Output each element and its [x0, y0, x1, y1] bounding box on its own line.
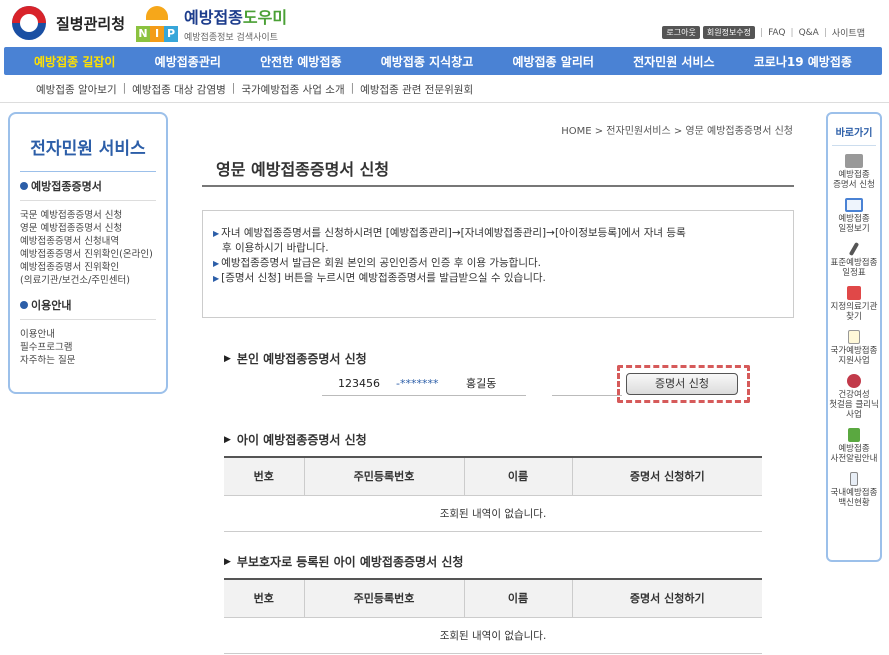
info-line: 후 이용하시기 바랍니다.: [222, 242, 329, 254]
column-header: 주민등록번호: [303, 456, 464, 496]
child-table: 번호 주민등록번호 이름 증명서 신청하기 조회된 내역이 없습니다.: [224, 456, 762, 532]
info-line: ▶ 자녀 예방접종증명서를 신청하시려면 [예방접종관리]→[자녀예방접종관리]→…: [213, 227, 686, 239]
subnav-item[interactable]: 예방접종 알아보기: [36, 82, 117, 97]
breadcrumb: HOME > 전자민원서비스 > 영문 예방접종증명서 신청: [561, 126, 793, 137]
nav-alerts[interactable]: 예방접종 알리터: [512, 53, 593, 70]
nav-e-services[interactable]: 전자민원 서비스: [633, 53, 714, 70]
printer-icon: [845, 154, 863, 168]
id-back-field: -*******: [392, 374, 454, 396]
document-icon: [848, 330, 860, 344]
sidebar-item-english-cert[interactable]: 영문 예방접종증명서 신청: [20, 222, 156, 235]
page-title: 영문 예방접종증명서 신청: [216, 160, 390, 179]
subnav-item[interactable]: 국가예방접종 사업 소개: [241, 82, 344, 97]
quick-item-hospital[interactable]: 지정의료기관 찾기: [828, 286, 880, 322]
taeguk-icon: [12, 6, 46, 40]
sidebar-item-korean-cert[interactable]: 국문 예방접종증명서 신청: [20, 209, 156, 222]
sub-nav: 예방접종 알아보기 | 예방접종 대상 감염병 | 국가예방접종 사업 소개 | 예방…: [36, 82, 474, 97]
quick-item-alert[interactable]: 예방접종 사전알림안내: [828, 428, 880, 464]
nip-logo[interactable]: N I P 예방접종도우미 예방접종정보 검색사이트: [136, 4, 287, 44]
empty-message: 조회된 내역이 없습니다.: [224, 495, 762, 532]
certificate-request-button[interactable]: 증명서 신청: [626, 373, 738, 395]
sidebar-title: 전자민원 서비스: [30, 139, 146, 159]
self-section-title: ▶ 본인 예방접종증명서 신청: [224, 352, 367, 366]
main-nav: 예방접종 길잡이 예방접종관리 안전한 예방접종 예방접종 지식창고 예방접종 …: [4, 47, 882, 75]
qa-link[interactable]: Q&A: [799, 28, 819, 38]
child-section-title: ▶ 아이 예방접종증명서 신청: [224, 433, 367, 447]
bullet-icon: ▶: [213, 274, 220, 283]
quick-item-national-support[interactable]: 국가예방접종 지원사업: [828, 330, 880, 366]
sidebar-section-guide: 이용안내: [20, 297, 156, 320]
id-front-field: 123456: [322, 374, 392, 396]
sidebar-item-verify-offline[interactable]: 예방접종증명서 진위확인: [20, 261, 156, 274]
quick-item-vaccine-status[interactable]: 국내예방접종 백신현황: [828, 472, 880, 508]
column-header: 증명서 신청하기: [571, 456, 762, 496]
guardian-table: 번호 주민등록번호 이름 증명서 신청하기 조회된 내역이 없습니다.: [224, 578, 762, 654]
kdca-name: 질병관리청: [56, 14, 126, 33]
kdca-logo[interactable]: 질병관리청: [12, 6, 125, 40]
guardian-section-title: ▶ 부보호자로 등록된 아이 예방접종증명서 신청: [224, 555, 464, 569]
nip-sun-icon: N I P: [136, 4, 180, 44]
column-header: 이름: [463, 578, 572, 618]
triangle-right-icon: ▶: [224, 556, 231, 567]
divider: [0, 102, 889, 103]
sidebar-item-verify-offline-sub[interactable]: (의료기관/보건소/주민센터): [20, 274, 156, 287]
quick-item-healthy-women[interactable]: 건강여성 첫걸음 클리닉사업: [828, 374, 880, 420]
triangle-right-icon: ▶: [224, 353, 231, 364]
empty-field: [552, 374, 622, 396]
nip-title: 예방접종도우미: [184, 8, 288, 27]
quick-menu-title: 바로가기: [832, 114, 876, 146]
bullet-icon: [20, 182, 28, 190]
pen-icon: [848, 241, 860, 257]
sidebar-item-verify-online[interactable]: 예방접종증명서 진위확인(온라인): [20, 248, 156, 261]
hospital-icon: [847, 286, 861, 300]
calendar-icon: [845, 198, 863, 212]
nip-letter-n: N: [136, 26, 150, 42]
bullet-icon: [20, 301, 28, 309]
sitemap-link[interactable]: 사이트맵: [832, 26, 865, 39]
nav-knowledge[interactable]: 예방접종 지식창고: [381, 53, 474, 70]
sidebar-item-cert-history[interactable]: 예방접종증명서 신청내역: [20, 235, 156, 248]
column-header: 이름: [463, 456, 572, 496]
subnav-item[interactable]: 예방접종 대상 감염병: [132, 82, 226, 97]
empty-message: 조회된 내역이 없습니다.: [224, 617, 762, 654]
column-header: 번호: [224, 578, 304, 618]
member-edit-button[interactable]: 회원정보수정: [702, 26, 756, 39]
divider: [202, 185, 794, 187]
bullet-icon: ▶: [213, 259, 220, 268]
triangle-right-icon: ▶: [224, 434, 231, 445]
name-field: 홍길동: [454, 374, 526, 396]
info-line: ▶ [증명서 신청] 버튼을 누르시면 예방접종증명서를 발급받으실 수 있습니다…: [213, 272, 546, 284]
left-sidebar: 전자민원 서비스 예방접종증명서 국문 예방접종증명서 신청 영문 예방접종증명…: [8, 112, 168, 394]
nav-vaccination-management[interactable]: 예방접종관리: [155, 53, 221, 70]
faq-link[interactable]: FAQ: [768, 28, 785, 38]
column-header: 증명서 신청하기: [571, 578, 762, 618]
sidebar-item-faq[interactable]: 자주하는 질문: [20, 354, 156, 367]
nip-letter-p: P: [164, 26, 178, 42]
nav-covid19[interactable]: 코로나19 예방접종: [754, 53, 852, 70]
bullet-icon: ▶: [213, 229, 220, 238]
column-header: 번호: [224, 456, 304, 496]
column-header: 주민등록번호: [303, 578, 464, 618]
quick-item-standard-schedule[interactable]: 표준예방접종 일정표: [828, 241, 880, 278]
utility-menu: 로그아웃 회원정보수정 | FAQ | Q&A | 사이트맵: [659, 26, 865, 39]
quick-item-cert[interactable]: 예방접종 증명서 신청: [828, 154, 880, 190]
nav-vaccination-guide[interactable]: 예방접종 길잡이: [34, 53, 115, 70]
sidebar-item-guide[interactable]: 이용안내: [20, 328, 156, 341]
quick-menu: 바로가기 예방접종 증명서 신청 예방접종 일정보기 표준예방접종 일정표 지정…: [826, 112, 882, 562]
site-header: 질병관리청 N I P 예방접종도우미 예방접종정보 검색사이트 로그아웃 회원…: [0, 0, 889, 46]
sidebar-section-certificate: 예방접종증명서: [20, 178, 156, 201]
quick-item-schedule[interactable]: 예방접종 일정보기: [828, 198, 880, 234]
nip-letter-i: I: [150, 26, 164, 42]
info-line: ▶ 예방접종증명서 발급은 회원 본인의 공인인증서 인증 후 이용 가능합니다.: [213, 257, 541, 269]
vaccine-icon: [850, 472, 858, 486]
info-box: ▶ 자녀 예방접종증명서를 신청하시려면 [예방접종관리]→[자녀예방접종관리]→…: [202, 210, 794, 318]
subnav-item[interactable]: 예방접종 관련 전문위원회: [360, 82, 473, 97]
logout-button[interactable]: 로그아웃: [662, 26, 700, 39]
heart-icon: [847, 374, 861, 388]
sidebar-item-required-programs[interactable]: 필수프로그램: [20, 341, 156, 354]
speaker-icon: [848, 428, 860, 442]
nav-safe-vaccination[interactable]: 안전한 예방접종: [260, 53, 341, 70]
nip-subtitle: 예방접종정보 검색사이트: [184, 33, 278, 43]
